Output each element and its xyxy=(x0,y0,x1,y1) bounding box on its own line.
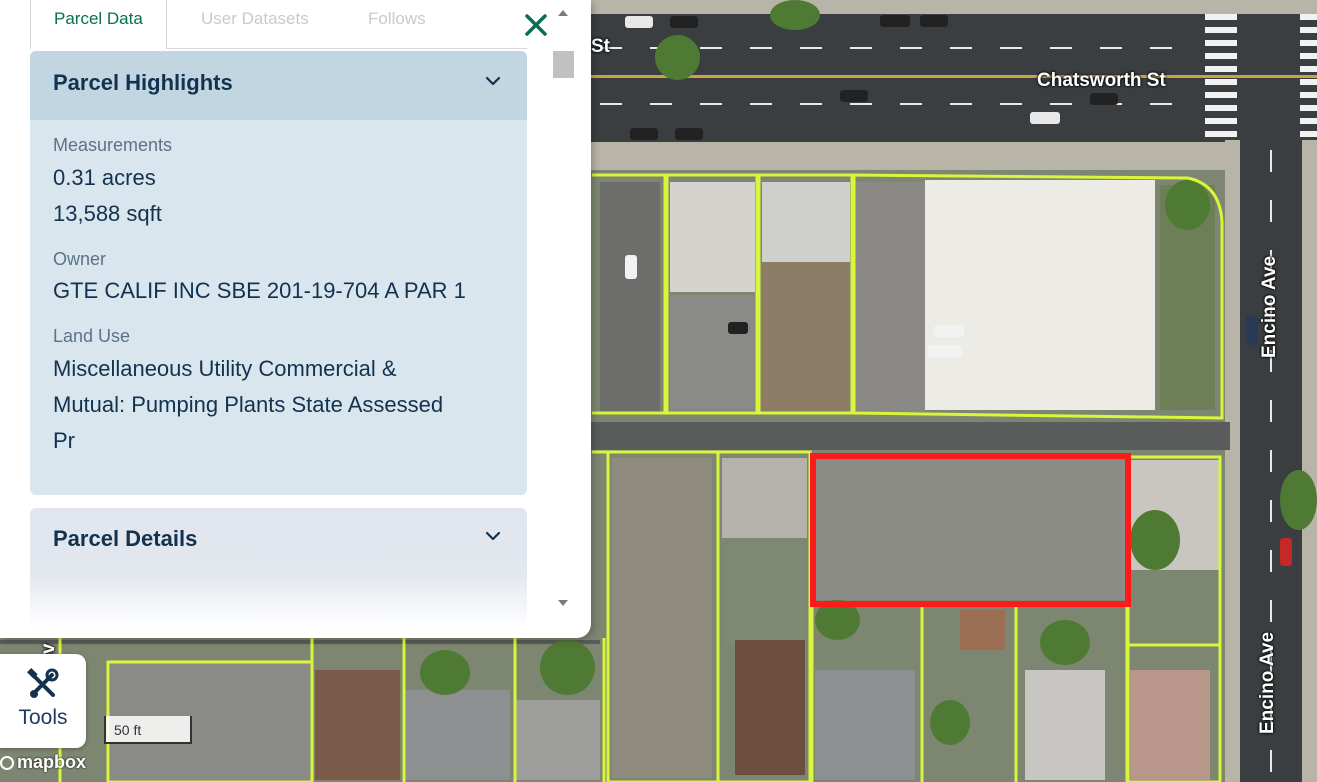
tab-bar: Parcel Data User Datasets Follows xyxy=(30,0,527,49)
street-label-encino: Encino Ave xyxy=(1259,255,1280,358)
measurements-label: Measurements xyxy=(53,135,173,155)
land-use-label: Land Use xyxy=(53,326,131,346)
tools-button[interactable]: Tools xyxy=(0,654,86,748)
parcel-highlights-card: Parcel Highlights Measurements 0.31 acre… xyxy=(30,51,527,495)
scrollbar[interactable] xyxy=(552,0,574,615)
parcel-highlights-title: Parcel Highlights xyxy=(53,70,233,95)
tab-user-datasets[interactable]: User Datasets xyxy=(178,0,332,48)
scale-bar: 50 ft xyxy=(104,716,192,744)
tab-parcel-data[interactable]: Parcel Data xyxy=(30,0,167,49)
scale-label: 50 ft xyxy=(114,722,142,738)
parcel-panel: Parcel Data User Datasets Follows Parcel… xyxy=(0,0,591,638)
owner-value: GTE CALIF INC SBE 201-19-704 A PAR 1 xyxy=(53,278,466,303)
scroll-down-icon[interactable] xyxy=(558,600,568,606)
chevron-down-icon[interactable] xyxy=(485,73,501,89)
tools-icon xyxy=(27,668,59,698)
land-use-line-3: Pr xyxy=(53,428,75,453)
acres-value: 0.31 acres xyxy=(53,165,156,190)
close-icon[interactable] xyxy=(521,6,551,36)
selected-parcel[interactable] xyxy=(810,453,1131,607)
chevron-down-icon[interactable] xyxy=(485,528,501,544)
parcel-details-card[interactable]: Parcel Details xyxy=(30,508,527,628)
scroll-thumb[interactable] xyxy=(553,51,574,78)
land-use-line-1: Miscellaneous Utility Commercial & xyxy=(53,356,397,381)
parcel-highlights-header[interactable]: Parcel Highlights xyxy=(30,51,527,120)
street-label-encino-2: Encino Ave xyxy=(1257,631,1278,734)
scroll-up-icon[interactable] xyxy=(558,10,568,16)
street-label-chatsworth: Chatsworth St xyxy=(1037,70,1166,91)
street-label-chatsworth-cut: St xyxy=(591,36,610,57)
parcel-details-title: Parcel Details xyxy=(53,526,198,551)
owner-label: Owner xyxy=(53,249,107,269)
mapbox-attribution: mapbox xyxy=(17,752,87,772)
land-use-line-2: Mutual: Pumping Plants State Assessed xyxy=(53,392,444,417)
tools-label: Tools xyxy=(18,706,68,729)
mapbox-logo-icon[interactable]: mapbox xyxy=(0,752,86,773)
tab-follows[interactable]: Follows xyxy=(345,0,449,48)
sqft-value: 13,588 sqft xyxy=(53,201,162,226)
